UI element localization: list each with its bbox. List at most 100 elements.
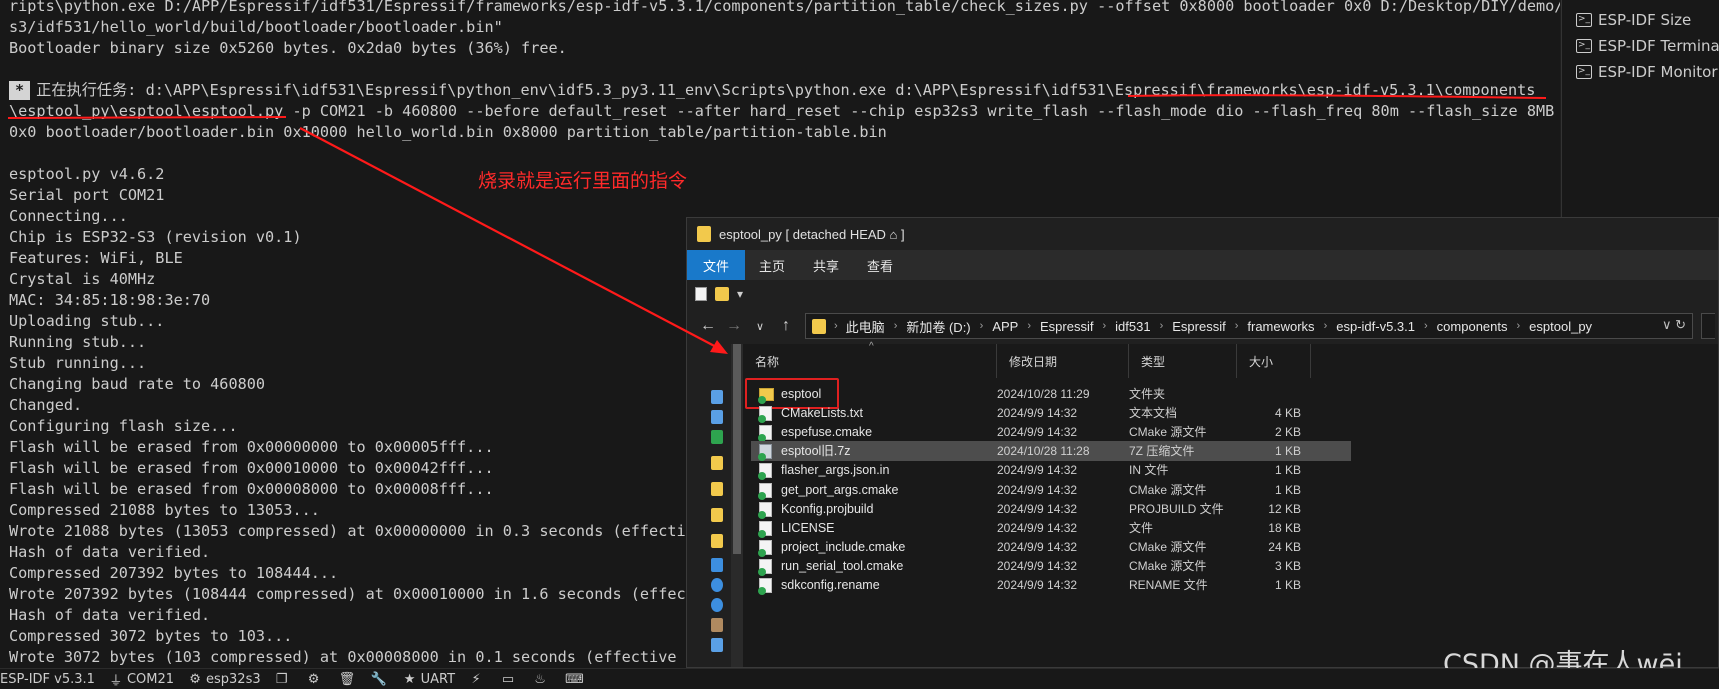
ribbon-tab[interactable]: 主页: [745, 250, 799, 280]
file-row[interactable]: flasher_args.json.in 2024/9/9 14:32 IN 文件 1…: [751, 460, 1351, 481]
chevron-right-icon[interactable]: ›: [1160, 320, 1164, 332]
breadcrumb-item[interactable]: frameworks: [1247, 319, 1314, 334]
file-row[interactable]: get_port_args.cmake 2024/9/9 14:32 CMake 源…: [751, 480, 1351, 500]
column-header-name[interactable]: 名称 ^: [743, 341, 997, 378]
recent-locations-icon[interactable]: ∨: [747, 320, 773, 333]
terminal-tab-label: ESP-IDF Monitor: [1598, 63, 1718, 81]
breadcrumb-item[interactable]: esp-idf-v5.3.1: [1336, 319, 1415, 334]
music-icon[interactable]: [711, 638, 723, 652]
terminal-icon: ⌨: [565, 671, 584, 687]
breadcrumb-item[interactable]: APP: [992, 319, 1018, 334]
terminal-line: \esptool_py\esptool\esptool.py -p COM21 …: [9, 102, 1555, 120]
file-explorer-window[interactable]: esptool_py [ detached HEAD ⌂ ] 文件 主页 共享 查看 …: [686, 217, 1719, 668]
chevron-right-icon[interactable]: ›: [1102, 320, 1106, 332]
status-item[interactable]: ♨: [533, 672, 551, 687]
folder-icon[interactable]: [711, 482, 723, 496]
file-row[interactable]: project_include.cmake 2024/9/9 14:32 CMake…: [751, 537, 1351, 557]
breadcrumb-item[interactable]: esptool_py: [1529, 319, 1592, 334]
terminal-tab[interactable]: >_ ESP-IDF Terminal: [1576, 34, 1719, 58]
download-icon[interactable]: [711, 430, 723, 444]
new-folder-icon[interactable]: [715, 287, 729, 301]
chevron-right-icon[interactable]: ›: [1324, 320, 1328, 332]
status-item[interactable]: ❐: [275, 672, 293, 687]
status-item[interactable]: ▭: [501, 672, 519, 687]
file-size: 4 KB: [1274, 406, 1301, 421]
breadcrumb-item[interactable]: 此电脑: [846, 317, 885, 336]
status-item[interactable]: ⏚ COM21: [109, 670, 174, 689]
quick-access-toolbar: ▾: [687, 280, 1718, 308]
file-type: CMake 源文件: [1129, 539, 1207, 554]
file-name: run_serial_tool.cmake: [781, 558, 904, 573]
folder-icon[interactable]: [711, 508, 723, 522]
cloud-icon[interactable]: [711, 598, 723, 612]
status-item[interactable]: ⌨: [565, 671, 584, 687]
chevron-right-icon[interactable]: ›: [1235, 320, 1239, 332]
up-icon[interactable]: ↑: [773, 317, 799, 335]
chevron-right-icon[interactable]: ›: [1424, 320, 1428, 332]
terminal-line: Flash will be erased from 0x00008000 to …: [9, 480, 494, 498]
file-row[interactable]: CMakeLists.txt 2024/9/9 14:32 文本文档 4 KB: [751, 403, 1351, 424]
back-icon[interactable]: ←: [695, 317, 721, 335]
terminal-tab[interactable]: >_ ESP-IDF Monitor: [1576, 60, 1718, 84]
file-row[interactable]: Kconfig.projbuild 2024/9/9 14:32 PROJBUILD…: [751, 499, 1351, 519]
chevron-right-icon[interactable]: ›: [1027, 320, 1031, 332]
file-size: 1 KB: [1274, 482, 1301, 497]
column-header-date[interactable]: 修改日期: [997, 344, 1129, 378]
address-dropdown-icon[interactable]: ∨ ↻: [1662, 317, 1686, 333]
address-bar[interactable]: › 此电脑 › 新加卷 (D:) › APP › Espressif › idf531 › Espr…: [805, 313, 1693, 339]
file-row[interactable]: esptool 2024/10/28 11:29 文件夹: [751, 384, 1351, 404]
star-icon[interactable]: [711, 390, 723, 404]
trash-icon: 🗑: [338, 671, 356, 687]
properties-icon[interactable]: [695, 287, 707, 301]
desktop-icon[interactable]: [711, 410, 723, 424]
ribbon-tab[interactable]: 查看: [853, 250, 907, 280]
breadcrumb-item[interactable]: idf531: [1115, 319, 1150, 334]
terminal-tab[interactable]: >_ ESP-IDF Size: [1576, 8, 1691, 32]
chevron-right-icon[interactable]: ›: [894, 320, 898, 332]
terminal-line: * 正在执行任务: d:\APP\Espressif\idf531\Espress…: [9, 80, 1535, 101]
flame-icon: ♨: [534, 671, 546, 687]
search-box[interactable]: [1701, 313, 1715, 339]
breadcrumb-item[interactable]: Espressif: [1040, 319, 1093, 334]
chevron-right-icon[interactable]: ›: [980, 320, 984, 332]
terminal-line: MAC: 34:85:18:98:3e:70: [9, 291, 211, 309]
file-row[interactable]: sdkconfig.rename 2024/9/9 14:32 RENAME 文件 1…: [751, 575, 1351, 595]
terminal-line: Bootloader binary size 0x5260 bytes. 0x2…: [9, 39, 567, 57]
status-item[interactable]: ⚙ esp32s3: [188, 672, 260, 687]
status-item[interactable]: 🔧: [371, 672, 389, 687]
cloud-icon[interactable]: [711, 578, 723, 592]
pc-icon[interactable]: [711, 558, 723, 572]
ribbon-tab[interactable]: 文件: [687, 250, 746, 280]
customize-toolbar-icon[interactable]: ▾: [737, 287, 743, 301]
terminal-line: Wrote 3072 bytes (103 compressed) at 0x0…: [9, 648, 695, 666]
breadcrumb-item[interactable]: Espressif: [1172, 319, 1225, 334]
file-row[interactable]: LICENSE 2024/9/9 14:32 文件 18 KB: [751, 518, 1351, 538]
terminal-icon: >_: [1576, 65, 1592, 79]
file-row[interactable]: run_serial_tool.cmake 2024/9/9 14:32 CMake…: [751, 556, 1351, 576]
forward-icon[interactable]: →: [721, 317, 747, 335]
chevron-right-icon[interactable]: ›: [1517, 320, 1521, 332]
file-row[interactable]: espefuse.cmake 2024/9/9 14:32 CMake 源文件 2 K…: [751, 422, 1351, 443]
task-badge: *: [9, 81, 31, 100]
status-item[interactable]: ★ UART: [403, 672, 455, 687]
folder-icon[interactable]: [711, 456, 723, 470]
breadcrumb-item[interactable]: components: [1437, 319, 1508, 334]
status-item[interactable]: ESP-IDF v5.3.1: [0, 672, 95, 687]
column-header-size[interactable]: 大小: [1237, 344, 1311, 378]
breadcrumb-item[interactable]: 新加卷 (D:): [906, 317, 970, 336]
file-name: esptool: [781, 387, 822, 401]
monitor-icon: ▭: [501, 671, 515, 687]
column-header-type[interactable]: 类型: [1129, 344, 1237, 378]
file-row[interactable]: esptool旧.7z 2024/10/28 11:28 7Z 压缩文件 1 KB: [751, 441, 1351, 462]
file-type: 文本文档: [1129, 406, 1178, 421]
folder-icon[interactable]: [711, 534, 723, 548]
navigation-pane[interactable]: [687, 344, 743, 667]
user-icon[interactable]: [711, 618, 723, 632]
terminal-icon: >_: [1576, 39, 1592, 53]
ribbon-tab[interactable]: 共享: [799, 250, 853, 280]
status-item[interactable]: ⚡: [469, 672, 487, 687]
nav-scrollbar-thumb[interactable]: [733, 344, 741, 554]
status-item[interactable]: ⚙: [307, 672, 325, 687]
status-item[interactable]: 🗑: [339, 672, 357, 687]
file-list[interactable]: 名称 ^ 修改日期 类型 大小 esptool 2024/10/28 11:29 文…: [743, 341, 1718, 667]
